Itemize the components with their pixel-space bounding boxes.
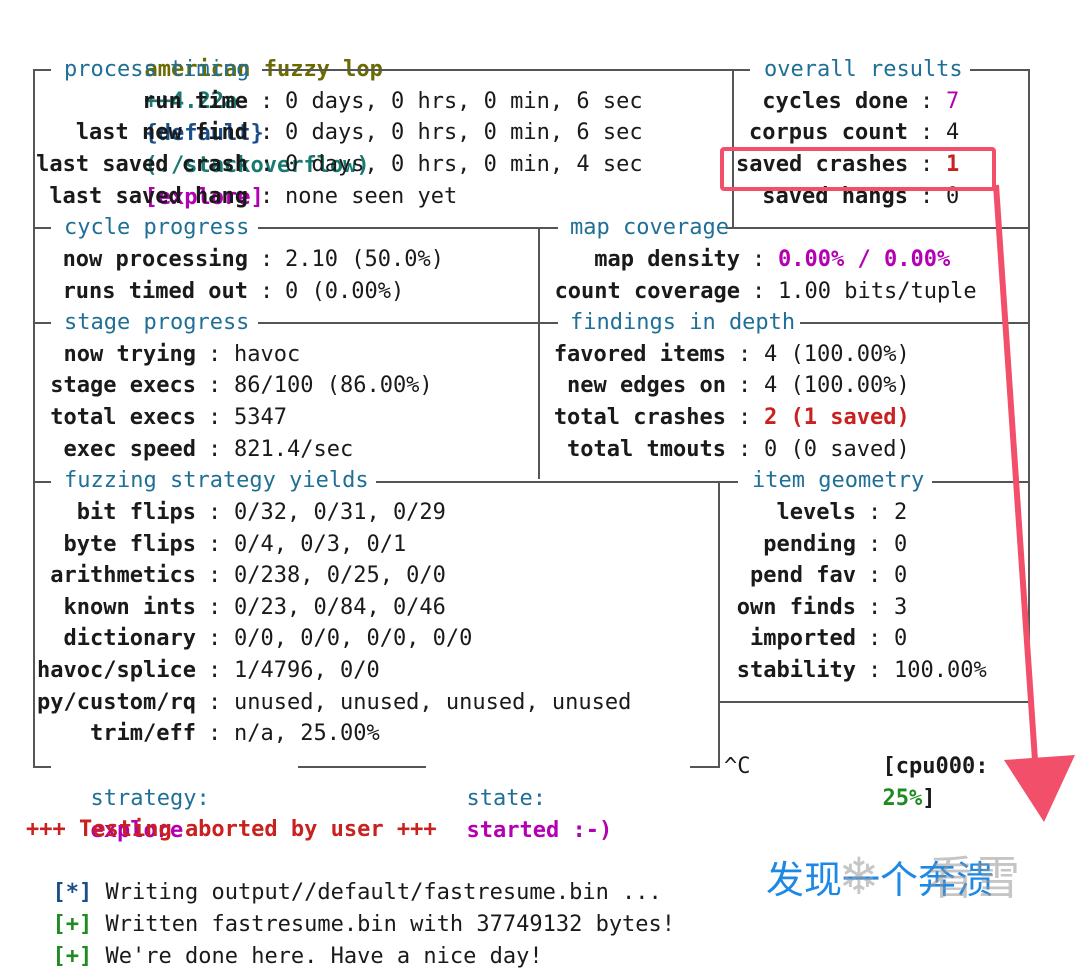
annotation-arrow (993, 184, 1075, 822)
arrow-head (1004, 755, 1075, 822)
watermark-logo: 看雪 (928, 851, 1020, 905)
snowflake-icon: ❄ (842, 843, 876, 908)
arrow-shaft (993, 184, 1039, 776)
